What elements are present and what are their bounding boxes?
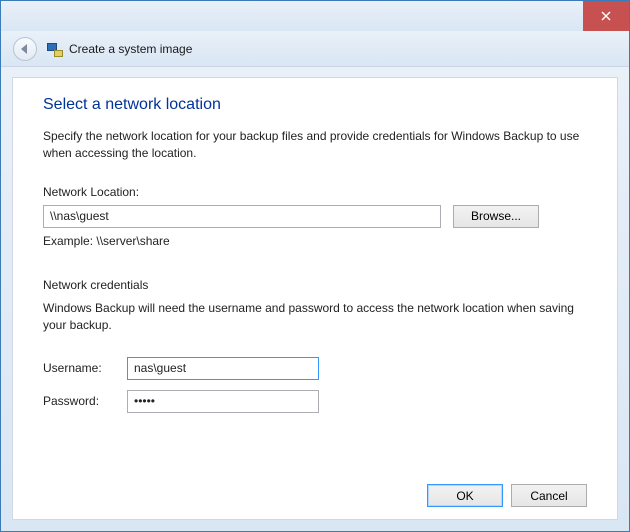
network-location-label: Network Location: [43, 185, 587, 199]
dialog-window: Create a system image Select a network l… [0, 0, 630, 532]
username-input[interactable] [127, 357, 319, 380]
wizard-title: Create a system image [69, 42, 192, 56]
cancel-button[interactable]: Cancel [511, 484, 587, 507]
back-button[interactable] [13, 37, 37, 61]
password-input[interactable] [127, 390, 319, 413]
browse-button[interactable]: Browse... [453, 205, 539, 228]
network-example-text: Example: \\server\share [43, 234, 587, 248]
system-image-icon [47, 41, 63, 57]
inner-panel: Select a network location Specify the ne… [12, 77, 618, 520]
content-area: Select a network location Specify the ne… [1, 67, 629, 531]
wizard-header: Create a system image [1, 31, 629, 67]
network-location-input[interactable] [43, 205, 441, 228]
dialog-footer: OK Cancel [43, 474, 587, 507]
ok-button[interactable]: OK [427, 484, 503, 507]
page-heading: Select a network location [43, 96, 587, 114]
back-arrow-icon [21, 44, 27, 54]
username-label: Username: [43, 361, 127, 375]
credentials-description: Windows Backup will need the username an… [43, 300, 587, 335]
close-button[interactable] [583, 1, 629, 31]
close-icon [601, 11, 611, 21]
network-location-row: Browse... [43, 205, 587, 228]
title-bar [1, 1, 629, 31]
page-description: Specify the network location for your ba… [43, 128, 587, 163]
password-label: Password: [43, 394, 127, 408]
credentials-heading: Network credentials [43, 278, 587, 292]
password-row: Password: [43, 390, 587, 413]
username-row: Username: [43, 357, 587, 380]
